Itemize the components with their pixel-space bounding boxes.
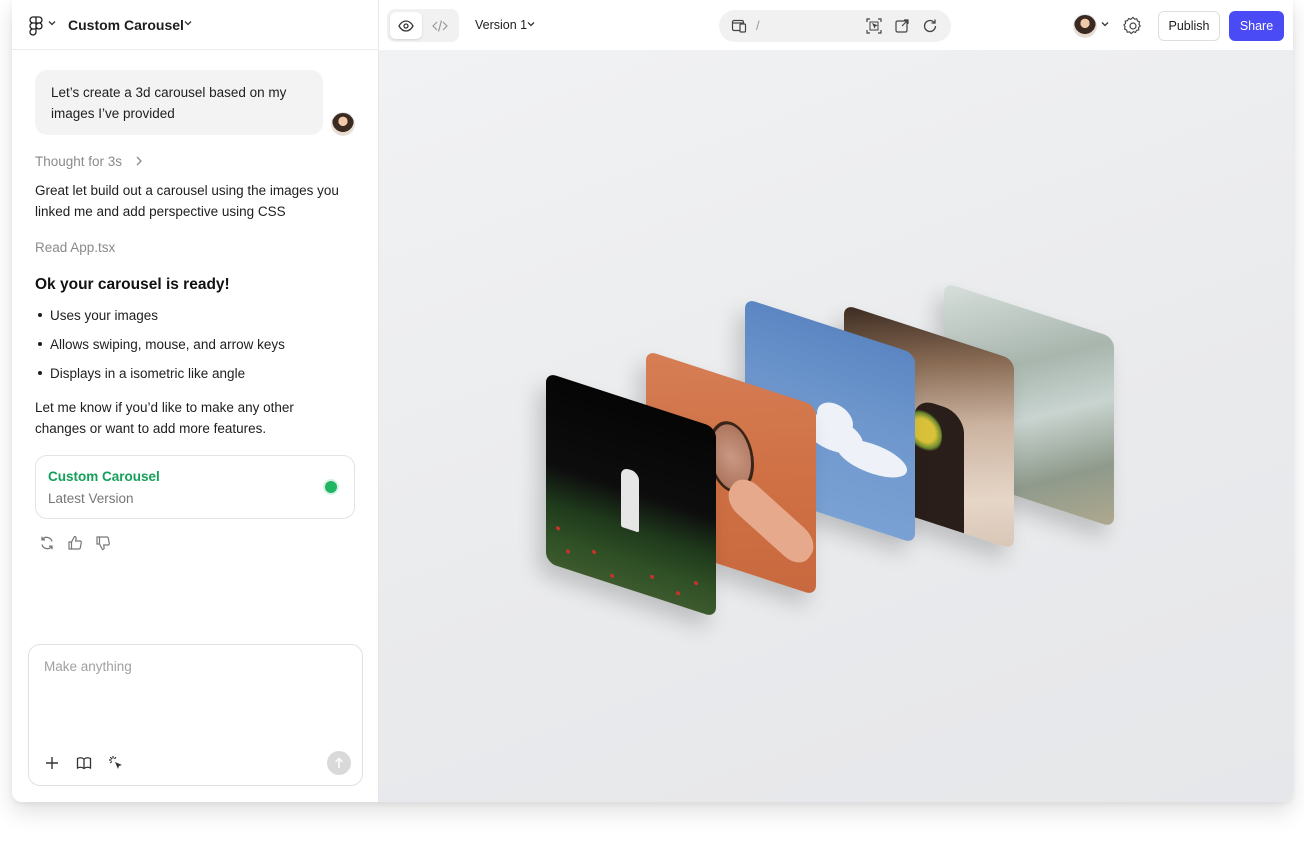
reload-icon[interactable]	[922, 18, 938, 34]
version-card[interactable]: Custom Carousel Latest Version	[35, 455, 355, 519]
plus-icon[interactable]	[44, 755, 60, 771]
preview-button[interactable]	[390, 12, 422, 39]
app-window: Custom Carousel Let’s create a 3d carous…	[12, 0, 1293, 802]
ready-heading: Ok your carousel is ready!	[35, 276, 230, 293]
version-select[interactable]: Version 1	[475, 18, 527, 32]
read-file-status: Read App.tsx	[35, 240, 116, 255]
project-title[interactable]: Custom Carousel	[68, 17, 184, 33]
standing-figure	[621, 466, 639, 533]
chevron-down-icon[interactable]	[1101, 21, 1109, 27]
arrow-up-icon	[334, 757, 344, 768]
chevron-down-icon[interactable]	[48, 20, 56, 26]
share-button[interactable]: Share	[1229, 11, 1284, 41]
version-card-subtitle: Latest Version	[48, 491, 134, 506]
flower-dot	[566, 548, 570, 555]
gear-icon[interactable]	[1123, 16, 1143, 36]
figma-logo-icon[interactable]	[29, 16, 43, 36]
cloud-shape	[837, 432, 907, 486]
url-bar[interactable]: /	[719, 10, 951, 42]
device-preview-icon[interactable]	[731, 18, 747, 34]
send-button[interactable]	[327, 751, 351, 775]
open-external-icon[interactable]	[894, 18, 910, 34]
flower-dot	[556, 525, 560, 531]
inspect-select-icon[interactable]	[866, 18, 882, 34]
list-item: Allows swiping, mouse, and arrow keys	[35, 337, 285, 352]
prompt-input[interactable]	[44, 659, 344, 674]
hand-shape	[722, 471, 816, 571]
chevron-down-icon[interactable]	[527, 21, 535, 27]
list-item: Uses your images	[35, 308, 158, 323]
preview-toolbar: Version 1 / Publish Share	[379, 0, 1293, 50]
project-header: Custom Carousel	[12, 0, 379, 50]
flower-dot	[610, 573, 614, 579]
flower-dot	[676, 590, 680, 596]
flower-dot	[694, 580, 698, 586]
user-message-bubble: Let’s create a 3d carousel based on my i…	[35, 70, 323, 135]
url-path: /	[756, 18, 760, 33]
retry-icon[interactable]	[39, 535, 55, 551]
user-avatar	[331, 112, 355, 136]
chevron-down-icon[interactable]	[184, 20, 192, 26]
assistant-reply-intro: Great let build out a carousel using the…	[35, 183, 339, 219]
chevron-right-icon[interactable]	[135, 156, 143, 166]
assistant-closing: Let me know if you’d like to make any ot…	[35, 400, 294, 436]
preview-canvas	[379, 50, 1293, 802]
thumbs-up-icon[interactable]	[67, 535, 83, 551]
magic-cursor-icon[interactable]	[108, 755, 124, 771]
code-view-button[interactable]	[424, 12, 456, 39]
publish-button[interactable]: Publish	[1158, 11, 1220, 41]
thought-toggle[interactable]: Thought for 3s	[35, 154, 122, 169]
version-card-title: Custom Carousel	[48, 469, 160, 484]
view-toggle	[387, 9, 459, 42]
eye-icon	[398, 19, 414, 32]
flower-dot	[650, 574, 654, 580]
composer	[28, 644, 363, 786]
thumbs-down-icon[interactable]	[95, 535, 111, 551]
book-icon[interactable]	[76, 755, 92, 771]
flower-dot	[592, 549, 596, 555]
account-avatar[interactable]	[1073, 14, 1097, 38]
code-icon	[432, 19, 448, 32]
list-item: Displays in a isometric like angle	[35, 366, 245, 381]
status-dot	[325, 481, 337, 493]
chat-panel: Custom Carousel Let’s create a 3d carous…	[12, 0, 379, 802]
